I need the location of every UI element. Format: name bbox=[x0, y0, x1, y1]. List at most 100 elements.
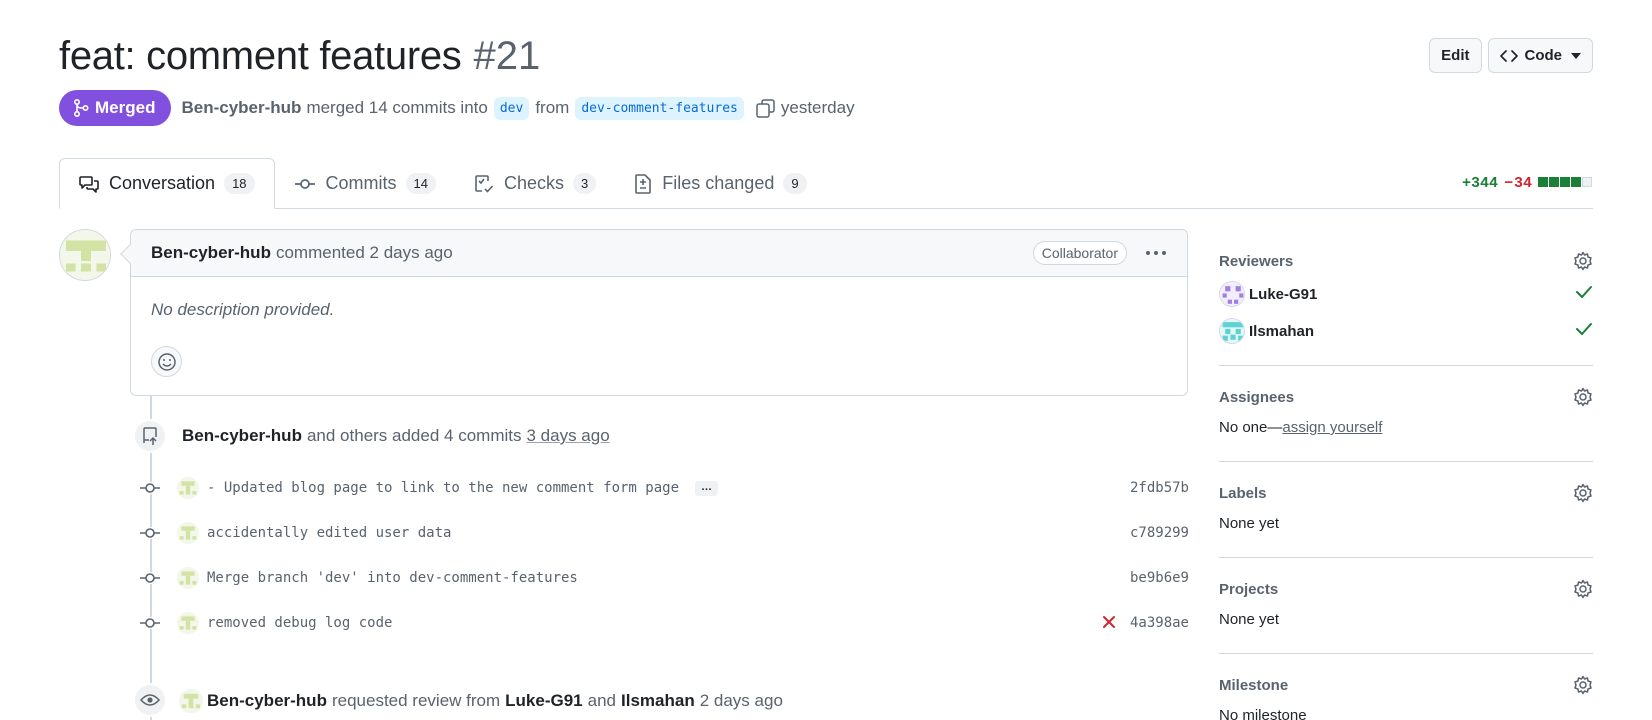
tab-counter: 14 bbox=[405, 173, 436, 194]
avatar[interactable] bbox=[177, 477, 199, 499]
check-icon bbox=[1575, 322, 1593, 340]
commit-message[interactable]: - Updated blog page to link to the new c… bbox=[207, 480, 679, 496]
avatar[interactable] bbox=[177, 612, 199, 634]
assign-yourself-link[interactable]: assign yourself bbox=[1282, 419, 1382, 436]
merged-time: yesterday bbox=[780, 98, 855, 117]
file-diff-icon bbox=[635, 173, 652, 194]
base-branch[interactable]: dev bbox=[493, 96, 530, 120]
tab-counter: 3 bbox=[573, 173, 597, 194]
check-icon bbox=[1575, 285, 1593, 303]
expand-commit-button[interactable]: … bbox=[695, 480, 719, 496]
chevron-down-icon bbox=[1571, 52, 1581, 59]
header-actions: Edit Code bbox=[1429, 38, 1593, 73]
commit-row: removed debug log code 4a398ae bbox=[133, 608, 1189, 638]
commits-event: Ben-cyber-hub and others added 4 commits… bbox=[182, 426, 610, 446]
diffstat-blocks bbox=[1538, 175, 1593, 192]
assignees-value: No one—assign yourself bbox=[1219, 419, 1383, 436]
projects-value: None yet bbox=[1219, 611, 1280, 628]
comment-action: commented 2 days ago bbox=[275, 243, 453, 262]
copy-icon[interactable] bbox=[756, 98, 775, 118]
diffstat-block-added bbox=[1549, 177, 1559, 187]
avatar bbox=[1219, 281, 1245, 307]
milestone-heading: Milestone bbox=[1219, 677, 1289, 694]
add-reaction-button[interactable] bbox=[151, 346, 182, 377]
diffstat-additions: +344 bbox=[1462, 175, 1499, 192]
pr-title-row: feat: comment features #21 bbox=[59, 34, 540, 79]
commit-icon bbox=[133, 482, 167, 494]
tab-counter: 18 bbox=[224, 173, 255, 194]
projects-section: Projects None yet bbox=[1219, 558, 1593, 654]
event-author[interactable]: Ben-cyber-hub bbox=[182, 426, 302, 446]
pr-sidebar: Reviewers Luke-G91 Ilsmahan Assignees No… bbox=[1219, 238, 1593, 720]
tab-files-changed[interactable]: Files changed 9 bbox=[615, 158, 825, 209]
gear-icon[interactable] bbox=[1573, 483, 1593, 508]
reviewer-item[interactable]: Ilsmahan bbox=[1219, 318, 1593, 344]
reviewer-name: Luke-G91 bbox=[1249, 285, 1318, 303]
reviewers-section: Reviewers Luke-G91 Ilsmahan bbox=[1219, 238, 1593, 366]
commit-icon bbox=[133, 572, 167, 584]
tab-conversation[interactable]: Conversation 18 bbox=[59, 158, 275, 209]
merge-text: merged 14 commits into bbox=[306, 98, 488, 117]
commit-sha[interactable]: be9b6e9 bbox=[1130, 570, 1189, 586]
milestone-section: Milestone No milestone bbox=[1219, 654, 1593, 720]
labels-heading: Labels bbox=[1219, 485, 1267, 502]
tab-checks[interactable]: Checks 3 bbox=[455, 158, 615, 209]
pr-meta: Merged Ben-cyber-hub merged 14 commits i… bbox=[59, 90, 855, 126]
git-merge-icon bbox=[74, 99, 89, 117]
comment-card: Ben-cyber-hub commented 2 days ago Colla… bbox=[120, 229, 1188, 396]
comment-header: Ben-cyber-hub commented 2 days ago Colla… bbox=[120, 230, 1187, 277]
gear-icon[interactable] bbox=[1573, 387, 1593, 412]
commit-message[interactable]: accidentally edited user data bbox=[207, 525, 451, 541]
checklist-icon bbox=[475, 174, 494, 193]
avatar[interactable] bbox=[177, 522, 199, 544]
event-author[interactable]: Ben-cyber-hub bbox=[207, 691, 327, 711]
commit-row: accidentally edited user data c789299 bbox=[133, 518, 1189, 548]
check-failed-icon[interactable] bbox=[1101, 614, 1117, 635]
commit-message[interactable]: removed debug log code bbox=[207, 615, 392, 631]
avatar[interactable] bbox=[59, 229, 111, 281]
reviewers-heading: Reviewers bbox=[1219, 253, 1294, 270]
pr-tabs: Conversation 18 Commits 14 Checks 3 File… bbox=[59, 158, 1593, 209]
commit-sha[interactable]: 4a398ae bbox=[1130, 615, 1189, 631]
smiley-icon bbox=[157, 352, 176, 371]
comment-body: No description provided. bbox=[151, 300, 335, 319]
edit-button[interactable]: Edit bbox=[1429, 38, 1482, 73]
avatar[interactable] bbox=[177, 567, 199, 589]
commit-row: Merge branch 'dev' into dev-comment-feat… bbox=[133, 563, 1189, 593]
projects-heading: Projects bbox=[1219, 581, 1279, 598]
assignees-section: Assignees No one—assign yourself bbox=[1219, 366, 1593, 462]
commit-row: - Updated blog page to link to the new c… bbox=[133, 473, 1189, 503]
diffstat-block-neutral bbox=[1582, 177, 1592, 187]
diffstat-deletions: − 34 bbox=[1504, 175, 1532, 192]
status-badge: Merged bbox=[59, 90, 172, 126]
from-text: from bbox=[535, 98, 570, 117]
labels-value: None yet bbox=[1219, 515, 1280, 532]
kebab-menu-icon[interactable] bbox=[1145, 243, 1167, 268]
head-branch[interactable]: dev-comment-features bbox=[575, 96, 744, 120]
comment-author[interactable]: Ben-cyber-hub bbox=[151, 243, 271, 263]
tab-commits[interactable]: Commits 14 bbox=[275, 158, 455, 209]
gear-icon[interactable] bbox=[1573, 675, 1593, 700]
commit-icon bbox=[133, 527, 167, 539]
diffstat-block-added bbox=[1560, 177, 1570, 187]
avatar[interactable] bbox=[179, 689, 203, 713]
diffstat-block-added bbox=[1538, 177, 1548, 187]
milestone-value: No milestone bbox=[1219, 707, 1307, 720]
pr-title: feat: comment features bbox=[59, 34, 462, 78]
code-icon bbox=[1499, 49, 1518, 62]
eye-icon bbox=[133, 683, 167, 717]
reviewer-link[interactable]: Luke-G91 bbox=[505, 691, 582, 711]
commit-sha[interactable]: 2fdb57b bbox=[1130, 480, 1189, 496]
reviewer-item[interactable]: Luke-G91 bbox=[1219, 281, 1593, 307]
reviewer-link[interactable]: Ilsmahan bbox=[621, 691, 695, 711]
commit-sha[interactable]: c789299 bbox=[1130, 525, 1189, 541]
event-time[interactable]: 3 days ago bbox=[526, 426, 609, 446]
gear-icon[interactable] bbox=[1573, 251, 1593, 276]
gear-icon[interactable] bbox=[1573, 579, 1593, 604]
repo-push-icon bbox=[133, 419, 167, 453]
pr-number: #21 bbox=[473, 34, 541, 78]
code-button[interactable]: Code bbox=[1487, 38, 1593, 73]
commit-message[interactable]: Merge branch 'dev' into dev-comment-feat… bbox=[207, 570, 578, 586]
diffstat: +344 − 34 bbox=[1462, 175, 1593, 192]
author-link[interactable]: Ben-cyber-hub bbox=[181, 98, 301, 118]
